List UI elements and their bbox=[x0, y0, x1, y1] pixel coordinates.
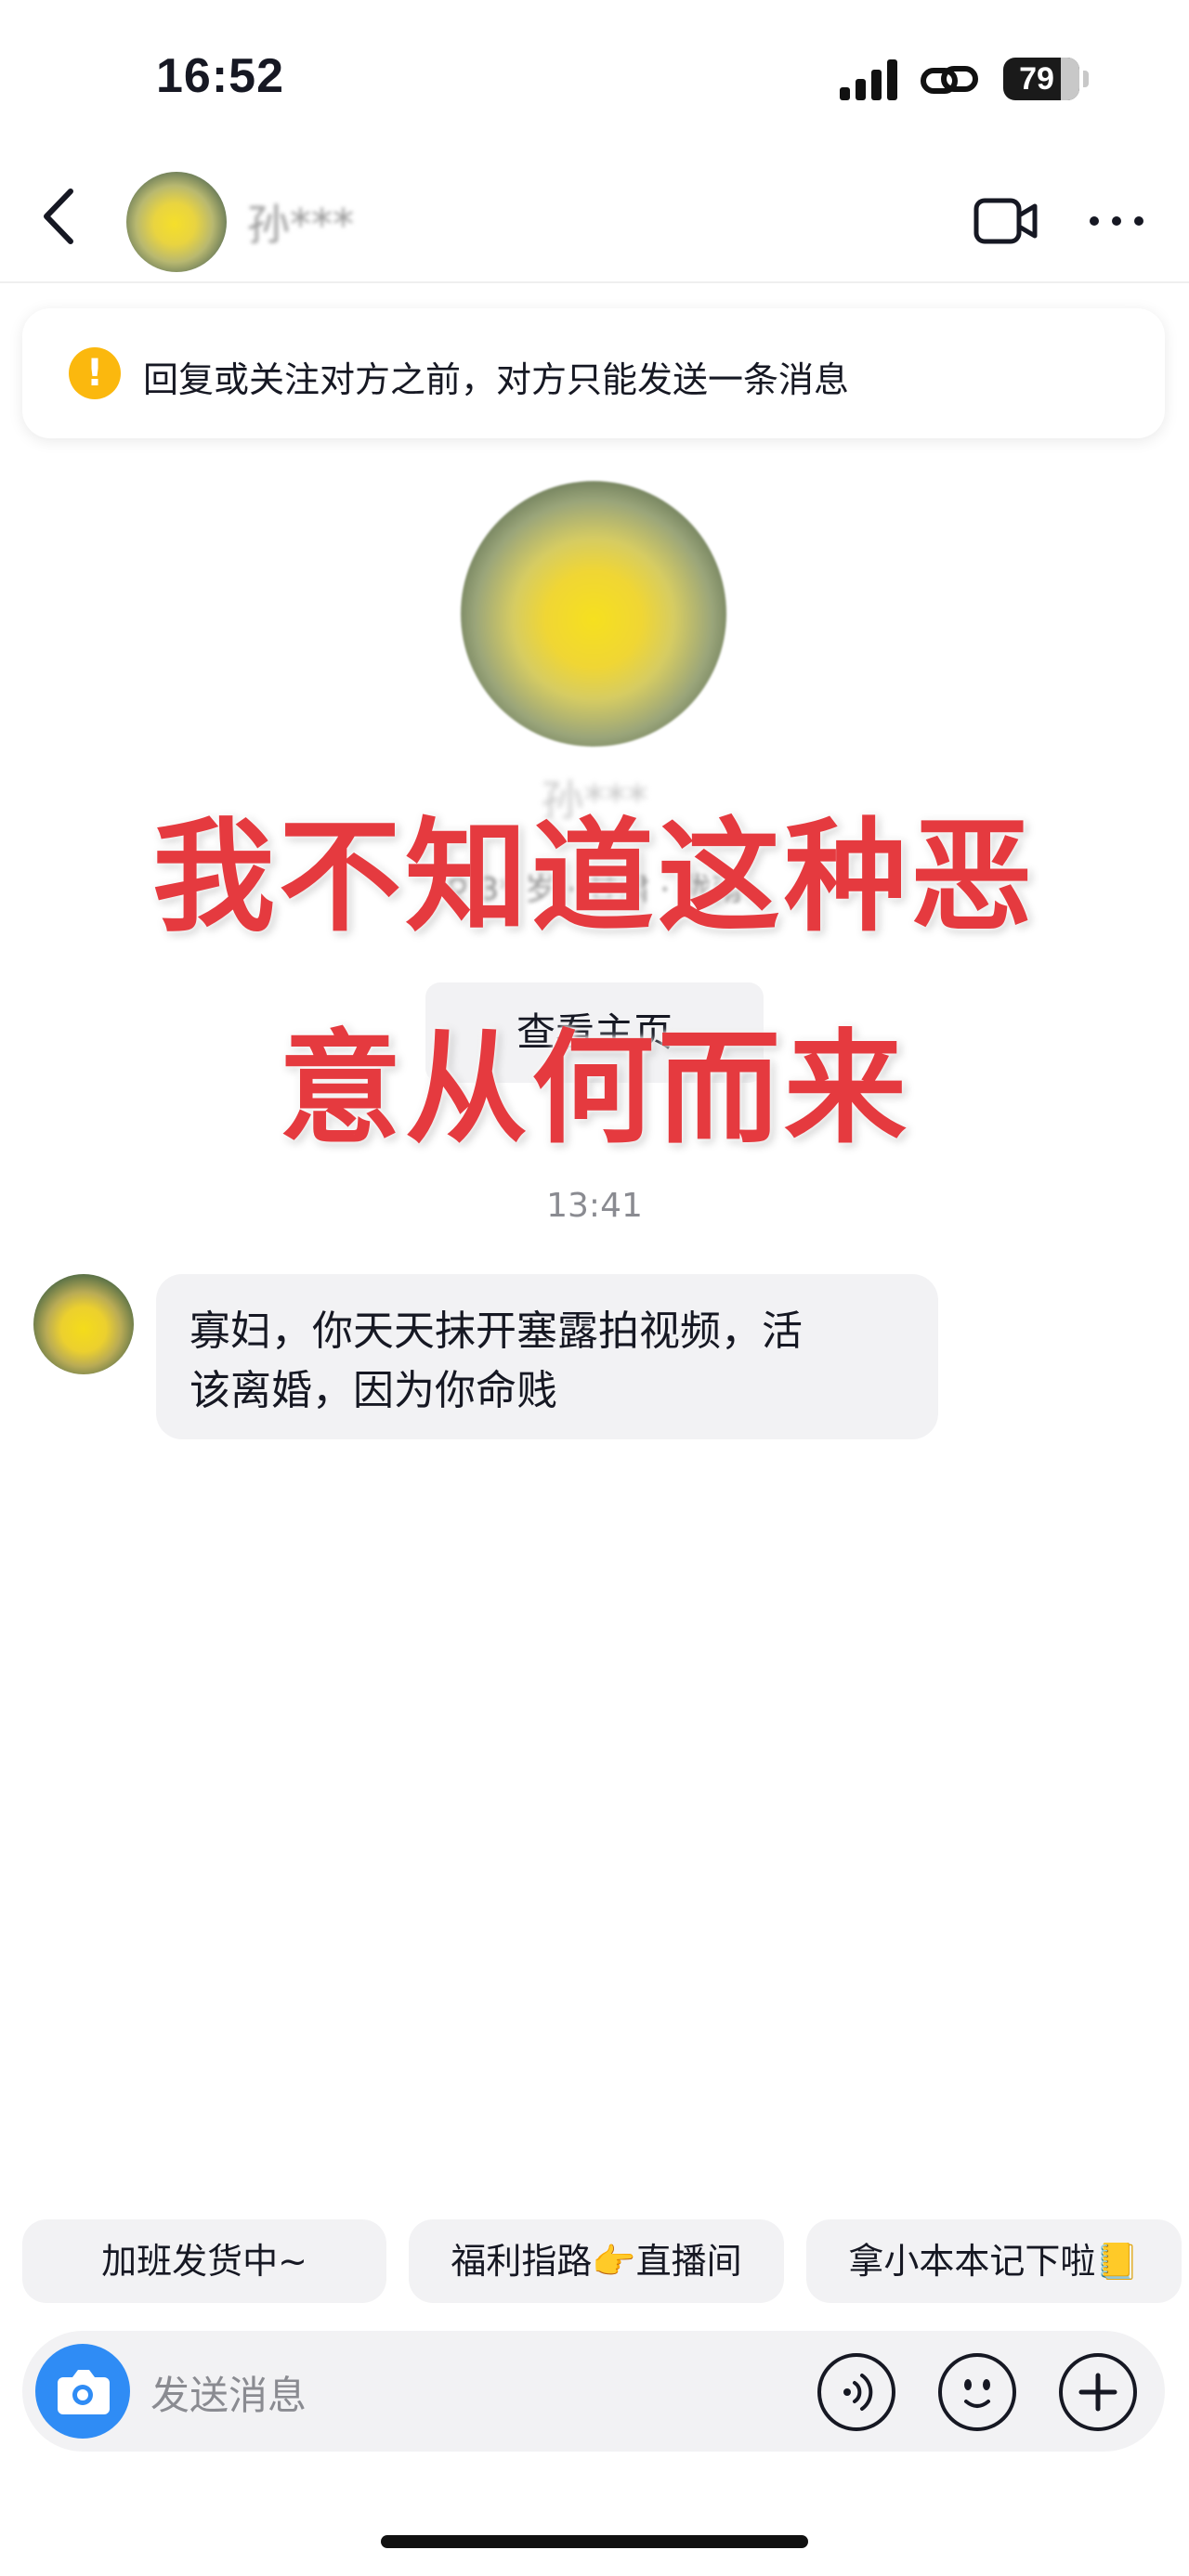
profile-avatar[interactable] bbox=[461, 481, 726, 747]
message-input[interactable]: 发送消息 bbox=[150, 2364, 307, 2421]
quick-reply-chip[interactable]: 拿小本本记下啦📒 bbox=[806, 2219, 1182, 2303]
camera-icon bbox=[58, 2370, 110, 2414]
overlay-caption-line1: 我不知道这种恶 bbox=[152, 806, 1037, 949]
plus-icon bbox=[1078, 2373, 1117, 2412]
video-camera-icon[interactable] bbox=[973, 195, 1039, 247]
emoji-button[interactable] bbox=[938, 2353, 1016, 2431]
voice-button[interactable] bbox=[817, 2353, 895, 2431]
home-indicator bbox=[381, 2535, 808, 2548]
battery-level: 79 bbox=[1019, 61, 1054, 97]
notice-banner: ! 回复或关注对方之前，对方只能发送一条消息 bbox=[22, 308, 1165, 438]
message-text-line1: 寡妇，你天天抹开塞露拍视频，活 bbox=[189, 1308, 803, 1355]
hotspot-link-icon bbox=[921, 66, 978, 94]
camera-button[interactable] bbox=[35, 2344, 130, 2439]
message-bubble[interactable]: 寡妇，你天天抹开塞露拍视频，活 该离婚，因为你命贱 bbox=[156, 1274, 938, 1439]
battery-icon: 79 bbox=[1003, 58, 1089, 100]
sender-avatar[interactable] bbox=[33, 1274, 134, 1374]
status-time: 16:52 bbox=[156, 49, 284, 103]
status-bar: 16:52 79 bbox=[0, 0, 1189, 158]
chat-header: 孙*** bbox=[0, 158, 1189, 283]
more-dots-icon[interactable] bbox=[1087, 204, 1146, 238]
voice-icon bbox=[843, 2374, 873, 2411]
avatar[interactable] bbox=[126, 172, 227, 272]
plus-button[interactable] bbox=[1059, 2353, 1137, 2431]
back-arrow-icon[interactable] bbox=[33, 184, 89, 249]
emoji-icon bbox=[964, 2379, 990, 2408]
message-timestamp: 13:41 bbox=[546, 1187, 643, 1225]
message-input-bar: 发送消息 bbox=[22, 2331, 1165, 2452]
notice-text: 回复或关注对方之前，对方只能发送一条消息 bbox=[143, 359, 850, 400]
signal-icon bbox=[840, 59, 897, 100]
overlay-caption-line2: 意从何而来 bbox=[279, 1018, 910, 1161]
warning-icon: ! bbox=[69, 347, 121, 399]
quick-replies: 加班发货中~ 福利指路👉直播间 拿小本本记下啦📒 bbox=[0, 2219, 1189, 2303]
quick-reply-chip[interactable]: 福利指路👉直播间 bbox=[409, 2219, 784, 2303]
contact-name[interactable]: 孙*** bbox=[247, 191, 354, 253]
quick-reply-chip[interactable]: 加班发货中~ bbox=[22, 2219, 386, 2303]
message-text-line2: 该离婚，因为你命贱 bbox=[189, 1367, 557, 1414]
